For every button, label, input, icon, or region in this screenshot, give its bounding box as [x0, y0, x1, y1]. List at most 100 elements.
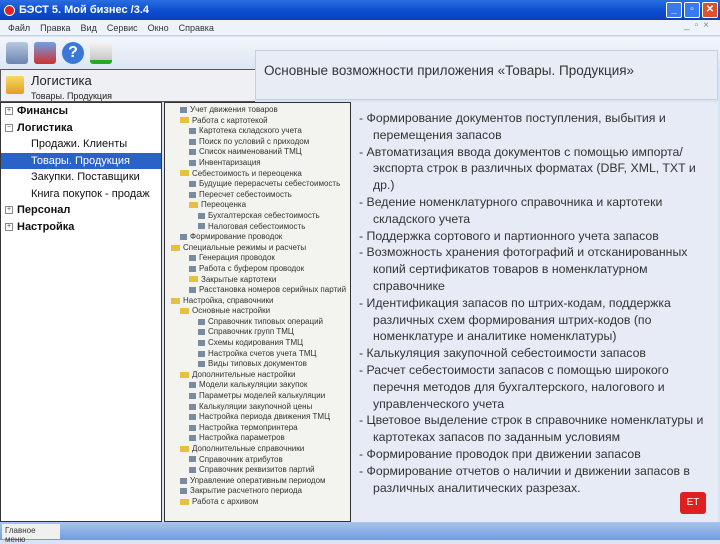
nav-item[interactable]: + Финансы	[1, 103, 161, 120]
tree-item[interactable]: Настройка параметров	[165, 433, 350, 444]
feature-item: - Калькуляция закупочной себестоимости з…	[359, 346, 646, 361]
tree-item-label: Настройка, справочники	[183, 295, 274, 305]
tree-item[interactable]: Налоговая себестоимость	[165, 222, 350, 233]
nav-item[interactable]: Книга покупок - продаж	[1, 186, 161, 203]
expand-icon[interactable]: −	[5, 123, 13, 132]
tree-item[interactable]: Расстановка номеров серийных партий	[165, 285, 350, 296]
tree-item[interactable]: Пересчет себестоимость	[165, 190, 350, 201]
tree-item[interactable]: Параметры моделей калькуляции	[165, 391, 350, 402]
main-menu-task-button[interactable]: Главное меню	[2, 524, 60, 544]
tree-item[interactable]: Модели калькуляции закупок	[165, 380, 350, 391]
tree-item[interactable]: Инвентаризация	[165, 158, 350, 169]
tree-item[interactable]: Работа с картотекой	[165, 116, 350, 127]
tree-item[interactable]: Работа с буфером проводок	[165, 264, 350, 275]
nav-item[interactable]: Закупки. Поставщики	[1, 169, 161, 186]
nav-item[interactable]: + Персонал	[1, 202, 161, 219]
tree-item[interactable]: Справочник реквизитов партий	[165, 465, 350, 476]
feature-item: - Формирование документов поступления, в…	[359, 111, 666, 142]
nav-item[interactable]: + Настройка	[1, 219, 161, 236]
tree-item[interactable]: Закрытые картотеки	[165, 275, 350, 286]
menu-window[interactable]: Окно	[148, 23, 169, 33]
document-icon	[180, 488, 187, 495]
document-icon	[189, 403, 196, 410]
document-icon	[189, 181, 196, 188]
tree-item[interactable]: Виды типовых документов	[165, 359, 350, 370]
features-panel: - Формирование документов поступления, в…	[351, 102, 718, 522]
tree-item[interactable]: Генерация проводок	[165, 253, 350, 264]
expand-icon[interactable]: +	[5, 206, 13, 215]
nav-item[interactable]: − Логистика	[1, 120, 161, 137]
tree-item[interactable]: Справочник атрибутов	[165, 455, 350, 466]
document-icon	[189, 456, 196, 463]
window-title: БЭСТ 5. Мой бизнес /3.4	[19, 4, 149, 16]
maximize-button[interactable]: ▫	[684, 2, 700, 18]
nav-item-label: Финансы	[17, 105, 69, 117]
tree-item-label: Бухгалтерская себестоимость	[208, 210, 320, 220]
document-icon	[189, 424, 196, 431]
feature-item: - Формирование отчетов о наличии и движе…	[359, 463, 690, 495]
function-tree: Учет движения товаров Работа с картотекой…	[164, 102, 351, 522]
tree-item[interactable]: Справочник типовых операций	[165, 317, 350, 328]
minimize-button[interactable]: _	[666, 2, 682, 18]
tree-item[interactable]: Управление оперативным периодом	[165, 476, 350, 487]
tree-item[interactable]: Схемы кодирования ТМЦ	[165, 338, 350, 349]
tree-item[interactable]: Бухгалтерская себестоимость	[165, 211, 350, 222]
menu-service[interactable]: Сервис	[107, 23, 138, 33]
nav-item[interactable]: Продажи. Клиенты	[1, 136, 161, 153]
tree-item[interactable]: Учет движения товаров	[165, 105, 350, 116]
tree-item-label: Калькуляции закупочной цены	[199, 401, 313, 411]
tree-item[interactable]: Картотека складского учета	[165, 126, 350, 137]
document-icon	[198, 212, 205, 219]
document-icon	[198, 329, 205, 336]
tree-item-label: Пересчет себестоимость	[199, 189, 292, 199]
tree-item[interactable]: Список наименований ТМЦ	[165, 147, 350, 158]
tree-item-label: Управление оперативным периодом	[190, 475, 326, 485]
tree-item[interactable]: Калькуляции закупочной цены	[165, 402, 350, 413]
tree-item[interactable]: Поиск по условий с приходом	[165, 137, 350, 148]
tree-item[interactable]: Формирование проводок	[165, 232, 350, 243]
tree-item-label: Список наименований ТМЦ	[199, 147, 302, 157]
tree-item[interactable]: Справочник групп ТМЦ	[165, 327, 350, 338]
tree-item[interactable]: Закрытие расчетного периода	[165, 486, 350, 497]
tree-item[interactable]: Переоценка	[165, 200, 350, 211]
nav-item-label: Продажи. Клиенты	[31, 138, 128, 150]
tree-item[interactable]: Специальные режимы и расчеты	[165, 243, 350, 254]
menu-view[interactable]: Вид	[81, 23, 97, 33]
feature-item: - Ведение номенклатурного справочника и …	[359, 194, 663, 226]
nav-item[interactable]: Товары. Продукция	[1, 152, 161, 169]
tree-item-label: Справочник атрибутов	[199, 454, 283, 464]
tree-item[interactable]: Себестоимость и переоценка	[165, 169, 350, 180]
window-list-icon[interactable]	[34, 42, 56, 64]
expand-icon[interactable]: +	[5, 222, 13, 231]
document-icon	[189, 265, 196, 272]
tree-item[interactable]: Настройка периода движения ТМЦ	[165, 412, 350, 423]
tree-item[interactable]: Настройка счетов учета ТМЦ	[165, 349, 350, 360]
tree-item-label: Настройка счетов учета ТМЦ	[208, 348, 317, 358]
close-button[interactable]: ✕	[702, 2, 718, 18]
document-icon	[180, 234, 187, 241]
document-icon	[189, 149, 196, 156]
tree-item[interactable]: Будущие перерасчеты себестоимость	[165, 179, 350, 190]
tree-item-label: Дополнительные настройки	[192, 369, 296, 379]
tree-item-label: Справочник реквизитов партий	[199, 465, 315, 475]
tree-item[interactable]: Дополнительные справочники	[165, 444, 350, 455]
title-bar: БЭСТ 5. Мой бизнес /3.4 _ ▫ ✕	[0, 0, 720, 20]
tree-item[interactable]: Основные настройки	[165, 306, 350, 317]
help-icon[interactable]: ?	[62, 42, 84, 64]
document-check-icon[interactable]	[90, 42, 112, 64]
module-subtitle: Товары. Продукция	[31, 91, 112, 101]
mdi-controls[interactable]: _▫×	[684, 20, 714, 31]
tree-item[interactable]: Работа с архивом	[165, 497, 350, 508]
expand-icon[interactable]: +	[5, 107, 13, 116]
tree-item[interactable]: Настройка, справочники	[165, 296, 350, 307]
tree-item[interactable]: Дополнительные настройки	[165, 370, 350, 381]
menu-file[interactable]: Файл	[8, 23, 30, 33]
tree-item-label: Себестоимость и переоценка	[192, 168, 302, 178]
menu-edit[interactable]: Правка	[40, 23, 70, 33]
database-icon[interactable]	[6, 42, 28, 64]
badge: ЕТ	[680, 492, 706, 514]
menu-help[interactable]: Справка	[179, 23, 214, 33]
tree-item[interactable]: Настройка термопринтера	[165, 423, 350, 434]
callout-title: Основные возможности приложения «Товары.…	[255, 50, 718, 100]
tree-item-label: Работа с буфером проводок	[199, 263, 305, 273]
